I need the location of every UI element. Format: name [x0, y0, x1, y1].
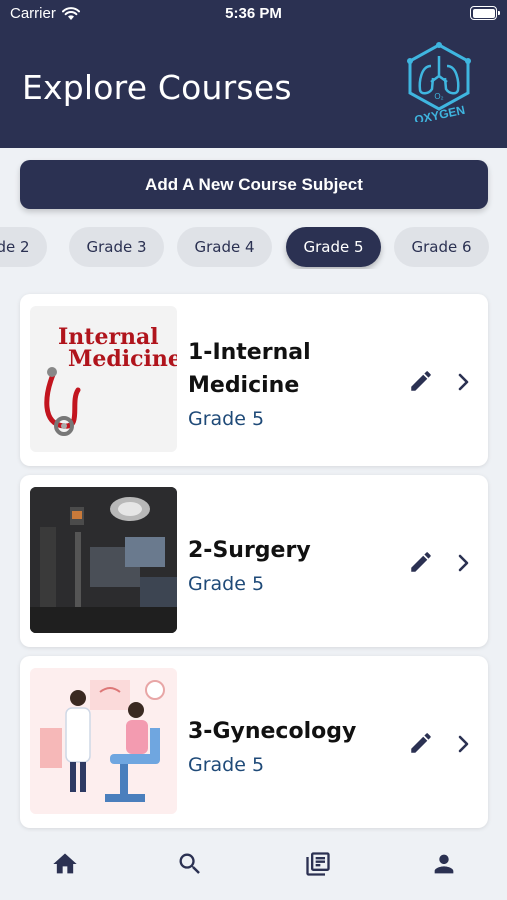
course-title: 2-Surgery [188, 538, 311, 563]
course-thumbnail: Internal Medicine [30, 306, 177, 452]
edit-icon[interactable] [408, 368, 434, 394]
home-icon[interactable] [51, 850, 79, 878]
chevron-right-icon[interactable] [456, 553, 472, 573]
library-icon[interactable] [304, 850, 332, 878]
status-time: 5:36 PM [225, 5, 282, 22]
course-title: 3-Gynecology [188, 719, 357, 744]
add-course-subject-button[interactable]: Add A New Course Subject [20, 160, 488, 209]
course-grade: Grade 5 [188, 754, 265, 776]
grade-pill-6[interactable]: Grade 6 [394, 227, 489, 267]
chevron-right-icon[interactable] [456, 734, 472, 754]
course-grade: Grade 5 [188, 573, 265, 595]
course-thumbnail [30, 668, 177, 814]
course-title: 1-Internal Medicine [188, 340, 311, 398]
battery-icon [470, 6, 500, 20]
grade-pill-4[interactable]: Grade 4 [177, 227, 272, 267]
grade-pill-2[interactable]: Grade 2 [0, 227, 47, 267]
app-header: Carrier 5:36 PM Explore Courses O₂ OXYGE… [0, 0, 507, 148]
page-title: Explore Courses [22, 68, 292, 107]
logo-text: OXYGEN [413, 103, 466, 122]
grade-pill-3[interactable]: Grade 3 [69, 227, 164, 267]
edit-icon[interactable] [408, 549, 434, 575]
chevron-right-icon[interactable] [456, 372, 472, 392]
svg-text:O₂: O₂ [434, 92, 443, 101]
profile-icon[interactable] [430, 850, 458, 878]
status-bar: Carrier 5:36 PM [0, 0, 507, 30]
course-card[interactable]: 2-Surgery Grade 5 [20, 475, 488, 647]
oxygen-logo: O₂ OXYGEN [407, 42, 471, 122]
edit-icon[interactable] [408, 730, 434, 756]
bottom-navigation [0, 832, 507, 900]
grade-pill-5[interactable]: Grade 5 [286, 227, 381, 267]
search-icon[interactable] [176, 850, 204, 878]
grade-filter-row[interactable]: Grade 2 Grade 3 Grade 4 Grade 5 Grade 6 [0, 227, 507, 269]
svg-text:Medicine: Medicine [68, 346, 177, 372]
course-card[interactable]: 3-Gynecology Grade 5 [20, 656, 488, 828]
course-thumbnail [30, 487, 177, 633]
course-card[interactable]: Internal Medicine 1-Internal Medicine Gr… [20, 294, 488, 466]
course-grade: Grade 5 [188, 408, 265, 430]
